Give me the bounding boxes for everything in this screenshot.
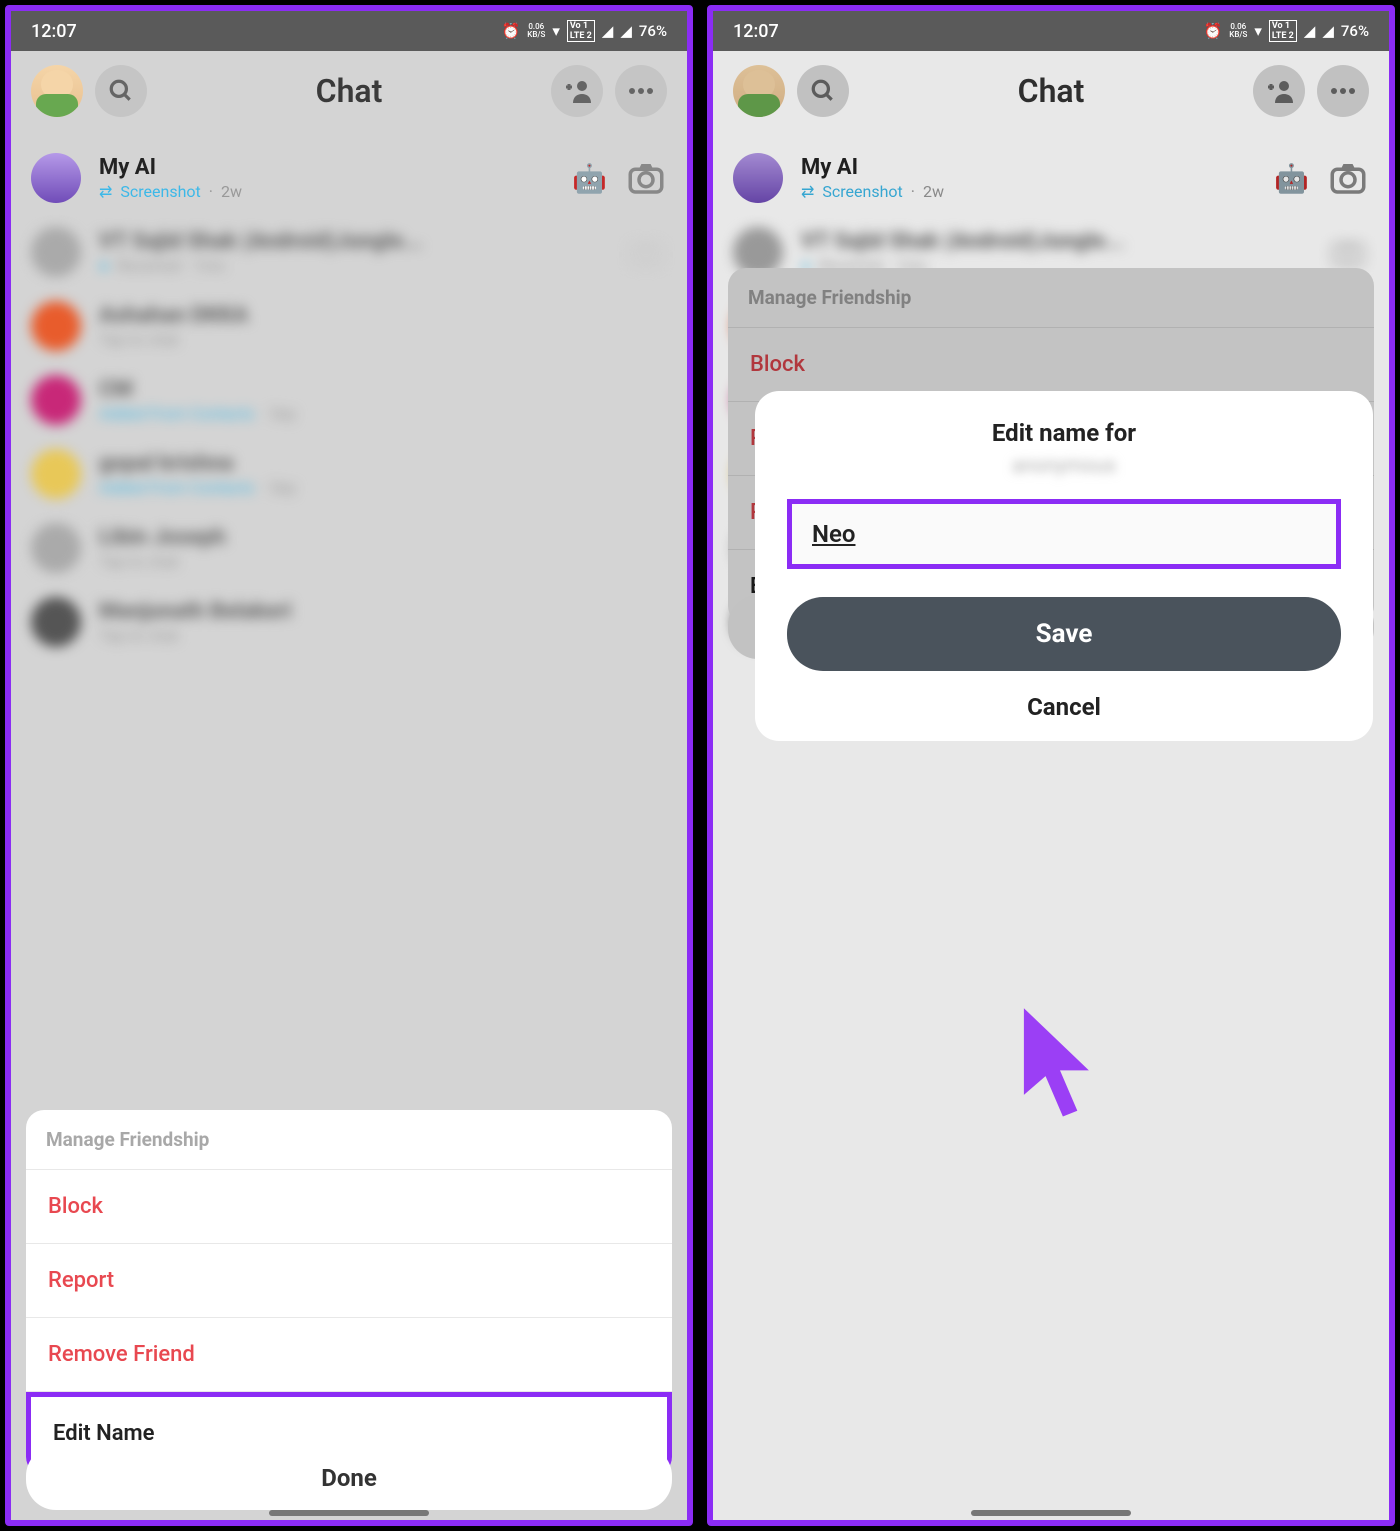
save-button[interactable]: Save	[787, 597, 1341, 671]
block-button[interactable]: Block	[26, 1170, 672, 1244]
search-button[interactable]	[797, 65, 849, 117]
add-friend-button[interactable]	[1253, 65, 1305, 117]
phone-screen-left: 12:07 ⏰ 0.06KB/S ▾ Vo 1LTE 2 ◢ ◢ 76% Cha…	[5, 5, 693, 1526]
modal-title: Edit name for	[787, 419, 1341, 447]
chat-header: Chat	[11, 51, 687, 131]
profile-avatar[interactable]	[31, 65, 83, 117]
wifi-icon: ▾	[552, 22, 560, 40]
alarm-icon: ⏰	[502, 22, 521, 40]
chat-item-blurred[interactable]: Manjunath BelakeriTap to chat	[11, 585, 687, 659]
chat-item-myai[interactable]: My AI ⇄ Screenshot · 2w 🤖	[11, 141, 687, 215]
chat-item-blurred[interactable]: VT Sajid Shak (Android)Jungle...●Receive…	[11, 215, 687, 289]
chat-item-blurred[interactable]: Ashahan DKKATap to chat	[11, 289, 687, 363]
more-button[interactable]	[615, 65, 667, 117]
status-time: 12:07	[733, 21, 779, 42]
chat-item-myai[interactable]: My AI ⇄Screenshot·2w 🤖	[713, 141, 1389, 215]
screenshot-icon: ⇄	[99, 182, 112, 201]
lte-badge: Vo 1LTE 2	[567, 20, 595, 42]
chat-item-blurred[interactable]: Libin JosephTap to chat	[11, 511, 687, 585]
battery-percent: 76%	[639, 22, 667, 40]
status-bar: 12:07 ⏰ 0.06KB/S ▾ Vo 1LTE 2 ◢ ◢ 76%	[11, 11, 687, 51]
sheet-title: Manage Friendship	[26, 1110, 672, 1170]
done-button[interactable]: Done	[26, 1446, 672, 1510]
signal-icon-2: ◢	[1322, 22, 1334, 40]
chat-item-blurred[interactable]: gopal krishnaAdded From Contacts· Say	[11, 437, 687, 511]
chat-item-blurred[interactable]: CMAdded From Contacts· Say	[11, 363, 687, 437]
signal-icon-1: ◢	[1304, 22, 1316, 40]
robot-icon: 🤖	[572, 162, 607, 195]
wifi-icon: ▾	[1254, 22, 1262, 40]
phone-screen-right: 12:07 ⏰ 0.06KB/S ▾ Vo 1LTE 2 ◢ ◢ 76% Cha…	[707, 5, 1395, 1526]
signal-icon-2: ◢	[620, 22, 632, 40]
cancel-button[interactable]: Cancel	[787, 693, 1341, 721]
camera-icon[interactable]	[625, 157, 667, 199]
status-bar: 12:07 ⏰ 0.06KB/S ▾ Vo 1LTE 2 ◢ ◢ 76%	[713, 11, 1389, 51]
status-time: 12:07	[31, 21, 77, 42]
more-button[interactable]	[1317, 65, 1369, 117]
nav-bar	[269, 1510, 429, 1516]
profile-avatar[interactable]	[733, 65, 785, 117]
cursor-arrow-icon	[1015, 1001, 1105, 1131]
remove-friend-button[interactable]: Remove Friend	[26, 1318, 672, 1392]
page-title: Chat	[159, 72, 539, 110]
manage-friendship-sheet: Manage Friendship Block Report Remove Fr…	[26, 1110, 672, 1475]
nav-bar	[971, 1510, 1131, 1516]
report-button[interactable]: Report	[26, 1244, 672, 1318]
search-button[interactable]	[95, 65, 147, 117]
signal-icon-1: ◢	[602, 22, 614, 40]
alarm-icon: ⏰	[1204, 22, 1223, 40]
edit-name-modal: Edit name for anonymous Neo Save Cancel	[755, 391, 1373, 741]
add-friend-button[interactable]	[551, 65, 603, 117]
modal-subtitle: anonymous	[787, 453, 1341, 477]
chat-name: My AI	[99, 155, 554, 180]
name-input[interactable]: Neo	[787, 499, 1341, 569]
net-speed: 0.06KB/S	[527, 23, 545, 39]
avatar-myai	[31, 153, 81, 203]
